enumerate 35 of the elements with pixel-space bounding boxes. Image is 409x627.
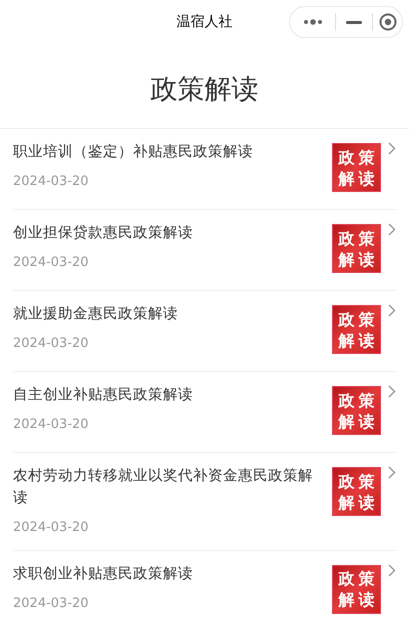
minimize-icon (346, 20, 362, 24)
article-item[interactable]: 求职创业补贴惠民政策解读 2024-03-20 政策解读 (13, 550, 396, 627)
target-icon (378, 13, 396, 31)
article-item[interactable]: 就业援助金惠民政策解读 2024-03-20 政策解读 (13, 291, 396, 372)
article-date: 2024-03-20 (13, 519, 90, 537)
article-item[interactable]: 农村劳动力转移就业以奖代补资金惠民政策解读 2024-03-20 政策解读 (13, 453, 396, 550)
page-title: 政策解读 (150, 73, 258, 108)
article-title: 自主创业补贴惠民政策解读 (13, 386, 194, 405)
article-item[interactable]: 自主创业补贴惠民政策解读 2024-03-20 政策解读 (13, 372, 396, 453)
article-item[interactable]: 职业培训（鉴定）补贴惠民政策解读 2024-03-20 政策解读 (13, 129, 396, 210)
thumbnail: 政策解读 (332, 224, 381, 273)
article-date: 2024-03-20 (13, 335, 90, 353)
article-title: 求职创业补贴惠民政策解读 (13, 564, 194, 584)
article-date: 2024-03-20 (13, 416, 90, 434)
article-date: 2024-03-20 (13, 173, 90, 191)
thumbnail: 政策解读 (332, 386, 381, 435)
article-title: 职业培训（鉴定）补贴惠民政策解读 (13, 142, 254, 162)
more-icon (302, 19, 322, 25)
article-date: 2024-03-20 (13, 594, 90, 612)
chevron-right-icon (388, 142, 396, 155)
article-title: 就业援助金惠民政策解读 (13, 305, 179, 324)
article-title: 农村劳动力转移就业以奖代补资金惠民政策解读 (13, 466, 314, 508)
chevron-right-icon (388, 466, 396, 479)
window-title: 温宿人社 (176, 12, 232, 32)
article-title: 创业担保贷款惠民政策解读 (13, 224, 194, 243)
article-date: 2024-03-20 (13, 254, 90, 272)
thumbnail: 政策解读 (332, 467, 381, 516)
chevron-right-icon (388, 564, 396, 576)
thumbnail: 政策解读 (332, 305, 381, 354)
chevron-right-icon (388, 304, 396, 317)
thumbnail: 政策解读 (332, 564, 381, 614)
chevron-right-icon (388, 223, 396, 236)
article-item[interactable]: 创业担保贷款惠民政策解读 2024-03-20 政策解读 (13, 210, 396, 291)
thumbnail: 政策解读 (332, 143, 381, 192)
chevron-right-icon (388, 385, 396, 398)
